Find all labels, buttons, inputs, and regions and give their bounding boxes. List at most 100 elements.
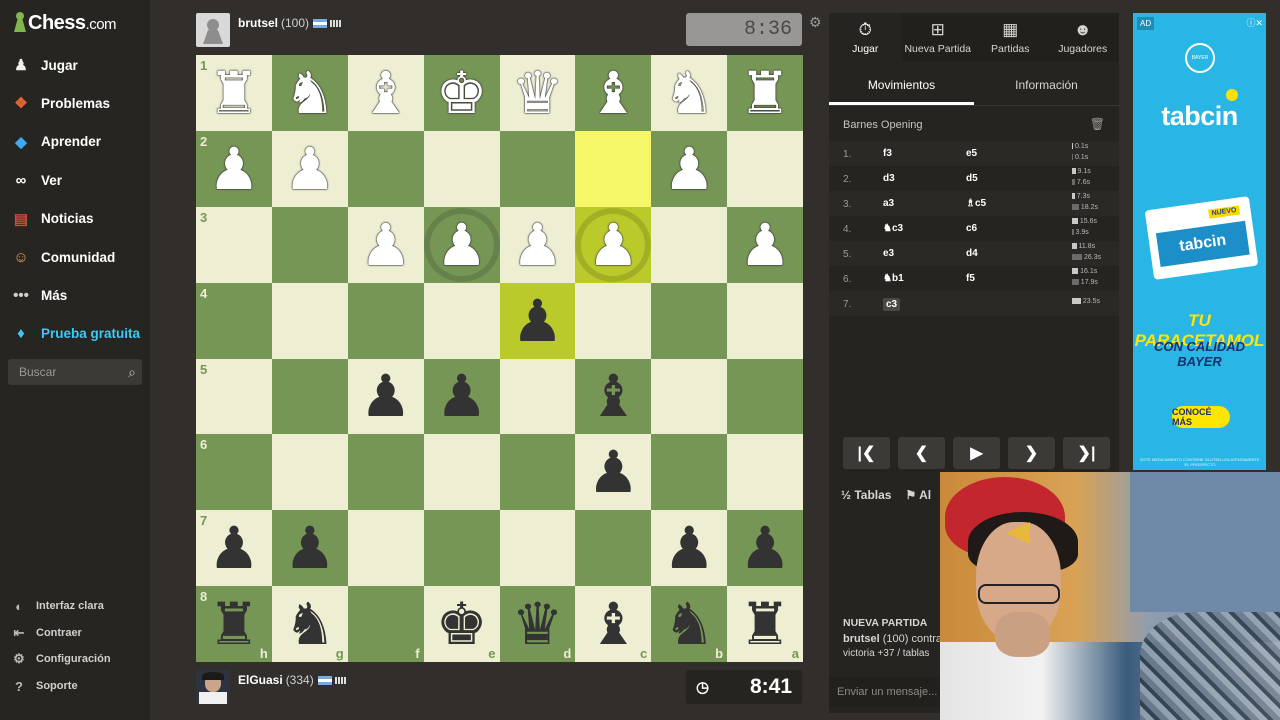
- black-pawn-icon[interactable]: ♟: [739, 519, 791, 577]
- square-e3[interactable]: ♟: [423, 206, 500, 283]
- tab-jugar[interactable]: ⏱ Jugar: [829, 13, 902, 61]
- white-pawn-icon[interactable]: ♟: [208, 140, 260, 198]
- sidebar-item-comunidad[interactable]: ☺ Comunidad: [10, 242, 145, 272]
- new-game-player[interactable]: brutsel: [843, 633, 880, 645]
- square-c1[interactable]: ♝: [575, 55, 652, 131]
- square-g8[interactable]: g ♞: [271, 586, 348, 662]
- square-d4[interactable]: ♟: [499, 282, 576, 359]
- square-g4[interactable]: [271, 282, 348, 359]
- square-c5[interactable]: ♝: [575, 358, 652, 435]
- white-move[interactable]: a3: [883, 198, 894, 209]
- abort-button[interactable]: ⚑ Al: [905, 488, 931, 502]
- white-pawn-icon[interactable]: ♟: [663, 140, 715, 198]
- play-button[interactable]: ▶: [953, 437, 1000, 469]
- square-a1[interactable]: ♜: [727, 55, 803, 131]
- square-h2[interactable]: 2 ♟: [196, 130, 272, 207]
- sidebar-bottom-3[interactable]: ? Soporte: [10, 676, 78, 696]
- square-d2[interactable]: [499, 130, 576, 207]
- white-move[interactable]: d3: [883, 173, 895, 184]
- square-g5[interactable]: [271, 358, 348, 435]
- white-move[interactable]: ♞c3: [883, 223, 903, 234]
- sidebar-item-aprender[interactable]: ◆ Aprender: [10, 127, 145, 157]
- tab-partidas[interactable]: ▦ Partidas: [974, 13, 1047, 61]
- white-bishop-icon[interactable]: ♝: [360, 64, 412, 122]
- square-d5[interactable]: [499, 358, 576, 435]
- square-h7[interactable]: 7 ♟: [196, 510, 272, 587]
- black-pawn-icon[interactable]: ♟: [663, 519, 715, 577]
- square-b7[interactable]: ♟: [651, 510, 728, 587]
- black-knight-icon[interactable]: ♞: [284, 595, 336, 653]
- black-pawn-icon[interactable]: ♟: [284, 519, 336, 577]
- square-d8[interactable]: d ♛: [499, 586, 576, 662]
- black-move[interactable]: c6: [966, 223, 977, 234]
- square-e8[interactable]: e ♚: [423, 586, 500, 662]
- square-e4[interactable]: [423, 282, 500, 359]
- first-move-button[interactable]: |❮: [843, 437, 890, 469]
- square-a4[interactable]: [727, 282, 803, 359]
- square-f7[interactable]: [347, 510, 424, 587]
- ad-cta-button[interactable]: CONOCÉ MÁS: [1172, 406, 1230, 428]
- next-move-button[interactable]: ❯: [1008, 437, 1055, 469]
- square-e5[interactable]: ♟: [423, 358, 500, 435]
- chess-board[interactable]: 1 ♜ ♞ ♝ ♚ ♛ ♝ ♞ ♜ 2 ♟ ♟ ♟ 3 ♟ ♟ ♟ ♟ ♟ 4 ♟ 5 ♟ ♟ ♝ 6 ♟ 7 ♟ ♟ ♟ ♟ 8 h ♜ g ♞ f e ♚…: [196, 55, 803, 662]
- white-rook-icon[interactable]: ♜: [739, 64, 791, 122]
- square-c6[interactable]: ♟: [575, 434, 652, 511]
- square-g7[interactable]: ♟: [271, 510, 348, 587]
- sidebar-item-problemas[interactable]: ❖ Problemas: [10, 88, 145, 118]
- sidebar-item-jugar[interactable]: ♟ Jugar: [10, 50, 145, 80]
- white-pawn-icon[interactable]: ♟: [430, 214, 494, 276]
- square-a5[interactable]: [727, 358, 803, 435]
- white-pawn-icon[interactable]: ♟: [360, 216, 412, 274]
- white-pawn-icon[interactable]: ♟: [581, 214, 645, 276]
- square-h5[interactable]: 5: [196, 358, 272, 435]
- sidebar-item-más[interactable]: ••• Más: [10, 280, 145, 310]
- square-d6[interactable]: [499, 434, 576, 511]
- square-f8[interactable]: f: [347, 586, 424, 662]
- black-pawn-icon[interactable]: ♟: [436, 367, 488, 425]
- top-player-avatar[interactable]: [196, 13, 230, 47]
- white-pawn-icon[interactable]: ♟: [511, 216, 563, 274]
- bottom-player-avatar[interactable]: [196, 670, 230, 704]
- square-f3[interactable]: ♟: [347, 206, 424, 283]
- square-c7[interactable]: [575, 510, 652, 587]
- square-c4[interactable]: [575, 282, 652, 359]
- subtab-movimientos[interactable]: Movimientos: [829, 69, 974, 105]
- sidebar-item-ver[interactable]: ∞ Ver: [10, 165, 145, 195]
- square-h6[interactable]: 6: [196, 434, 272, 511]
- square-g1[interactable]: ♞: [271, 55, 348, 131]
- black-move[interactable]: f5: [966, 273, 975, 284]
- chess-logo[interactable]: Chess.com: [12, 8, 117, 38]
- bottom-player-name[interactable]: ElGuasi: [238, 673, 283, 687]
- white-bishop-icon[interactable]: ♝: [587, 64, 639, 122]
- advertisement[interactable]: AD ⓘ✕ BAYER tabcin NUEVO tabcin TU PARAC…: [1133, 13, 1266, 470]
- black-pawn-icon[interactable]: ♟: [587, 443, 639, 501]
- white-pawn-icon[interactable]: ♟: [739, 216, 791, 274]
- square-b3[interactable]: [651, 206, 728, 283]
- search-input[interactable]: [17, 364, 116, 380]
- subtab-información[interactable]: Información: [974, 69, 1119, 105]
- white-move[interactable]: ♞b1: [883, 273, 904, 284]
- square-a7[interactable]: ♟: [727, 510, 803, 587]
- square-d1[interactable]: ♛: [499, 55, 576, 131]
- square-a2[interactable]: [727, 130, 803, 207]
- black-move[interactable]: ♗c5: [966, 198, 986, 209]
- square-b6[interactable]: [651, 434, 728, 511]
- white-rook-icon[interactable]: ♜: [208, 64, 260, 122]
- square-f6[interactable]: [347, 434, 424, 511]
- black-rook-icon[interactable]: ♜: [208, 595, 260, 653]
- black-pawn-icon[interactable]: ♟: [511, 292, 563, 350]
- black-queen-icon[interactable]: ♛: [511, 595, 563, 653]
- square-c2[interactable]: [575, 130, 652, 207]
- black-pawn-icon[interactable]: ♟: [360, 367, 412, 425]
- sidebar-item-prueba-gratuita[interactable]: ♦ Prueba gratuita: [10, 319, 145, 349]
- white-pawn-icon[interactable]: ♟: [284, 140, 336, 198]
- square-e6[interactable]: [423, 434, 500, 511]
- square-h3[interactable]: 3: [196, 206, 272, 283]
- black-rook-icon[interactable]: ♜: [739, 595, 791, 653]
- square-b4[interactable]: [651, 282, 728, 359]
- black-move[interactable]: d4: [966, 248, 978, 259]
- square-b1[interactable]: ♞: [651, 55, 728, 131]
- square-h8[interactable]: 8 h ♜: [196, 586, 272, 662]
- square-e7[interactable]: [423, 510, 500, 587]
- tab-jugadores[interactable]: ☻ Jugadores: [1046, 13, 1119, 61]
